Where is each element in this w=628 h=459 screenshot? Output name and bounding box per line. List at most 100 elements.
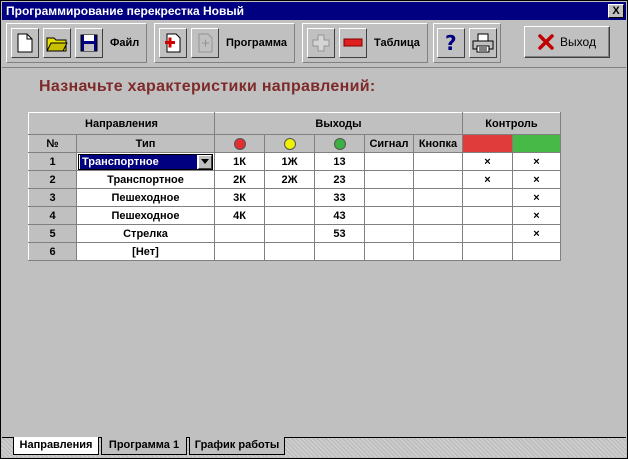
ctrl-red-cell[interactable]: × xyxy=(462,152,513,171)
type-combobox-value: Транспортное xyxy=(80,154,197,169)
type-column-header: Тип xyxy=(76,134,215,153)
ctrl-green-cell[interactable]: × xyxy=(512,224,561,243)
ctrl-green-cell[interactable]: × xyxy=(512,152,561,171)
table-row[interactable]: 1 Транспортное 1К 1Ж 13 × × xyxy=(28,152,561,171)
red-x-icon xyxy=(538,34,554,50)
green-cell[interactable] xyxy=(314,242,365,261)
new-file-button[interactable] xyxy=(11,28,39,58)
signal-cell[interactable] xyxy=(364,242,414,261)
row-number[interactable]: 5 xyxy=(28,224,77,243)
page-heading: Назначьте характеристики направлений: xyxy=(39,78,376,95)
green-cell[interactable]: 53 xyxy=(314,224,365,243)
signal-cell[interactable] xyxy=(364,170,414,189)
tab-bar: Направления Программа 1 График работы xyxy=(2,437,626,457)
file-label: Файл xyxy=(110,37,140,49)
tab-directions[interactable]: Направления xyxy=(13,437,99,455)
red-cell[interactable] xyxy=(214,242,265,261)
ctrl-green-cell[interactable] xyxy=(512,242,561,261)
type-cell[interactable]: Транспортное xyxy=(76,170,215,189)
red-cell[interactable] xyxy=(214,224,265,243)
row-number[interactable]: 2 xyxy=(28,170,77,189)
remove-program-button[interactable] xyxy=(191,28,219,58)
ctrl-red-cell[interactable] xyxy=(462,188,513,207)
button-cell[interactable] xyxy=(413,170,463,189)
signal-cell[interactable] xyxy=(364,206,414,225)
question-mark-icon: ? xyxy=(445,33,457,53)
ctrl-red-cell[interactable] xyxy=(462,224,513,243)
row-number[interactable]: 6 xyxy=(28,242,77,261)
ctrl-green-cell[interactable]: × xyxy=(512,206,561,225)
table-row[interactable]: 2 Транспортное 2К 2Ж 23 × × xyxy=(28,170,561,189)
toolbar: Файл Программа Таблица ? Выход xyxy=(2,21,626,65)
signal-cell[interactable] xyxy=(364,152,414,171)
green-cell[interactable]: 33 xyxy=(314,188,365,207)
button-cell[interactable] xyxy=(413,188,463,207)
ctrl-green-cell[interactable]: × xyxy=(512,188,561,207)
signal-cell[interactable] xyxy=(364,224,414,243)
help-button[interactable]: ? xyxy=(437,28,465,58)
green-cell[interactable]: 23 xyxy=(314,170,365,189)
type-cell[interactable]: [Нет] xyxy=(76,242,215,261)
ctrl-red-cell[interactable] xyxy=(462,242,513,261)
type-cell[interactable]: Пешеходное xyxy=(76,188,215,207)
yellow-cell[interactable] xyxy=(264,206,315,225)
type-combobox[interactable]: Транспортное xyxy=(78,153,213,170)
app-window: Программирование перекрестка Новый X Фай… xyxy=(0,0,628,459)
open-file-button[interactable] xyxy=(43,28,71,58)
minus-icon xyxy=(343,38,363,47)
green-cell[interactable]: 43 xyxy=(314,206,365,225)
button-column-header: Кнопка xyxy=(413,134,463,153)
close-button[interactable]: X xyxy=(608,4,624,18)
printer-icon xyxy=(472,33,494,53)
green-cell[interactable]: 13 xyxy=(314,152,365,171)
directions-table: Направления Выходы Контроль № Тип Сигнал… xyxy=(28,112,561,261)
dropdown-arrow-button[interactable] xyxy=(198,154,212,169)
tab-program-1[interactable]: Программа 1 xyxy=(101,437,187,455)
row-number[interactable]: 4 xyxy=(28,206,77,225)
control-red-header xyxy=(462,134,513,153)
type-cell[interactable]: Пешеходное xyxy=(76,206,215,225)
row-number[interactable]: 3 xyxy=(28,188,77,207)
window-title: Программирование перекрестка Новый xyxy=(6,4,244,18)
print-button[interactable] xyxy=(469,28,497,58)
directions-panel: Назначьте характеристики направлений: На… xyxy=(2,67,626,437)
disabled-page-icon xyxy=(198,33,213,53)
signal-cell[interactable] xyxy=(364,188,414,207)
red-cell[interactable]: 1К xyxy=(214,152,265,171)
ctrl-red-cell[interactable] xyxy=(462,206,513,225)
red-cell[interactable]: 4К xyxy=(214,206,265,225)
green-light-icon xyxy=(333,137,346,150)
red-cell[interactable]: 3К xyxy=(214,188,265,207)
yellow-cell[interactable]: 2Ж xyxy=(264,170,315,189)
table-row[interactable]: 5 Стрелка 53 × xyxy=(28,224,561,243)
title-bar: Программирование перекрестка Новый X xyxy=(2,2,626,20)
yellow-cell[interactable] xyxy=(264,242,315,261)
row-number[interactable]: 1 xyxy=(28,152,77,171)
table-row[interactable]: 6 [Нет] xyxy=(28,242,561,261)
exit-button[interactable]: Выход xyxy=(524,26,610,58)
ctrl-green-cell[interactable]: × xyxy=(512,170,561,189)
table-row[interactable]: 4 Пешеходное 4К 43 × xyxy=(28,206,561,225)
button-cell[interactable] xyxy=(413,224,463,243)
add-program-button[interactable] xyxy=(159,28,187,58)
type-cell[interactable]: Стрелка xyxy=(76,224,215,243)
button-cell[interactable] xyxy=(413,242,463,261)
ctrl-red-cell[interactable]: × xyxy=(462,170,513,189)
control-green-header xyxy=(512,134,561,153)
yellow-cell[interactable]: 1Ж xyxy=(264,152,315,171)
table-row[interactable]: 3 Пешеходное 3К 33 × xyxy=(28,188,561,207)
add-row-button[interactable] xyxy=(307,28,335,58)
tab-schedule[interactable]: График работы xyxy=(189,437,285,455)
red-cell[interactable]: 2К xyxy=(214,170,265,189)
delete-row-button[interactable] xyxy=(339,28,367,58)
plus-icon xyxy=(312,34,330,52)
svg-text:?: ? xyxy=(445,33,457,53)
yellow-cell[interactable] xyxy=(264,224,315,243)
button-cell[interactable] xyxy=(413,206,463,225)
yellow-cell[interactable] xyxy=(264,188,315,207)
save-file-button[interactable] xyxy=(75,28,103,58)
type-combobox-cell[interactable]: Транспортное xyxy=(76,152,215,171)
program-label: Программа xyxy=(226,37,288,49)
table-body: 1 Транспортное 1К 1Ж 13 × × 2 Транспортное 2К 2Ж 23… xyxy=(28,152,561,261)
button-cell[interactable] xyxy=(413,152,463,171)
